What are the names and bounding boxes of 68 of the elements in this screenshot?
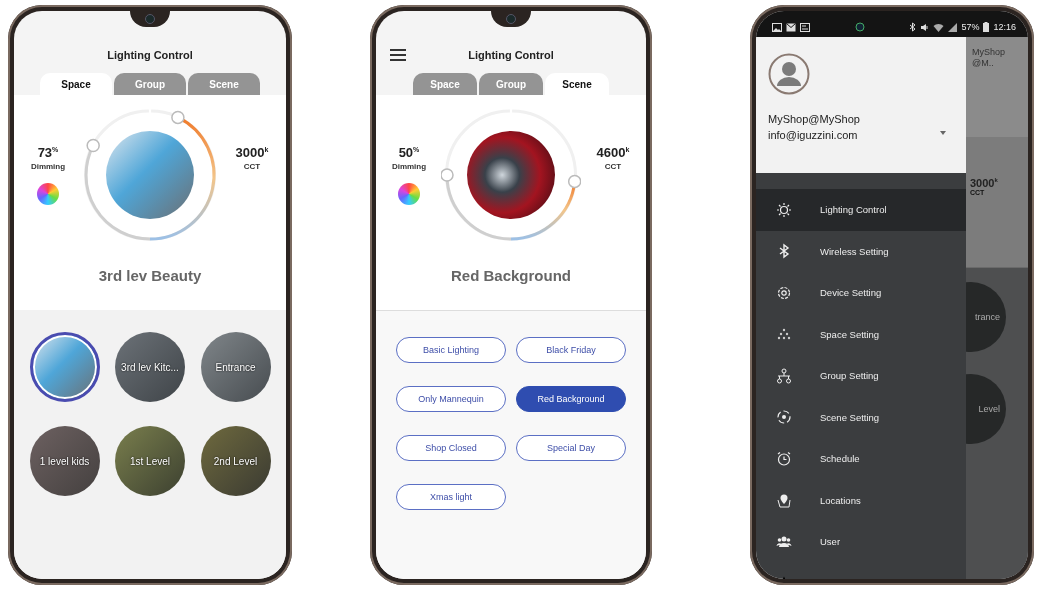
dimming-slider[interactable]	[84, 109, 151, 241]
alarm-clock-icon	[776, 450, 792, 467]
cct-slider[interactable]	[149, 109, 216, 241]
cct-label: CCT	[604, 162, 622, 171]
space-tile: Level	[966, 374, 1006, 444]
tab[interactable]: Scene	[545, 73, 609, 95]
screen-title: Lighting Control	[468, 49, 554, 61]
menu-icon[interactable]	[390, 49, 406, 61]
menu-item[interactable]: Group Setting	[756, 355, 966, 397]
space-tile[interactable]: 1 level kids	[29, 426, 100, 496]
battery-icon	[983, 22, 990, 32]
scene-button[interactable]: Red Background	[516, 386, 626, 412]
camera-icon	[854, 22, 865, 32]
target-icon	[776, 409, 792, 426]
space-tile[interactable]: Entrance	[200, 332, 271, 402]
settings-icon	[776, 284, 792, 301]
account-name: MyShop@MyShop	[768, 113, 861, 125]
color-wheel-icon[interactable]	[398, 183, 420, 205]
space-tile[interactable]: 3rd lev Kitc...	[115, 332, 185, 402]
map-pin-icon	[776, 492, 792, 509]
scene-button[interactable]: Basic Lighting	[396, 337, 506, 363]
dimming-label: Dimming	[30, 162, 66, 171]
menu-item[interactable]: Wireless Setting	[756, 230, 966, 272]
notification-icon	[800, 22, 810, 32]
menu-item[interactable]: Device Setting	[756, 272, 966, 314]
sun-icon	[776, 201, 792, 218]
bluetooth-icon	[909, 22, 917, 32]
scene-button[interactable]: Black Friday	[516, 337, 626, 363]
mail-icon	[786, 22, 796, 32]
space-tile[interactable]: 2nd Level	[200, 426, 271, 496]
dimming-value: 50$^{%}$	[398, 145, 420, 160]
scene-button[interactable]: Only Mannequin	[396, 386, 506, 412]
dimming-label: Dimming	[391, 162, 427, 171]
mute-icon	[920, 22, 930, 32]
color-wheel-icon[interactable]	[37, 183, 59, 205]
scene-button[interactable]: Xmas light	[396, 484, 506, 510]
tab[interactable]: Space	[40, 73, 112, 95]
cct-value: 3000$^{k}$	[970, 177, 999, 189]
dimming-slider[interactable]	[441, 109, 512, 241]
screen-title: Lighting Control	[107, 49, 193, 61]
clock-time: 12:16	[993, 22, 1016, 32]
menu-item[interactable]: Schedule	[756, 438, 966, 480]
cct-value: 4600$^{k}$	[596, 145, 630, 160]
avatar-icon	[768, 53, 810, 95]
signal-icon	[948, 22, 958, 32]
menu-item[interactable]: Lighting Control	[756, 189, 966, 231]
menu-item[interactable]: Locations	[756, 479, 966, 521]
dimming-value: 73$^{%}$	[37, 145, 59, 160]
menu-item[interactable]: Space Setting	[756, 313, 966, 355]
camera-notch	[491, 11, 531, 27]
cct-label: CCT	[243, 162, 261, 171]
battery-percentage: 57%	[961, 22, 980, 32]
space-tile[interactable]: 1st Level	[115, 426, 185, 496]
camera-notch	[130, 11, 170, 27]
account-email: info@iguzzini.com	[768, 129, 859, 141]
image-icon	[772, 22, 782, 32]
scene-button[interactable]: Special Day	[516, 435, 626, 461]
scene-name: Red Background	[451, 267, 571, 284]
cct-slider[interactable]	[510, 109, 581, 241]
network-icon	[776, 367, 792, 384]
cct-value: 3000$^{k}$	[235, 145, 269, 160]
space-name: 3rd lev Beauty	[98, 267, 202, 284]
account-text: MyShop@M..	[972, 47, 1007, 69]
menu-item[interactable]: User	[756, 521, 966, 563]
space-tile: trance	[966, 282, 1006, 352]
menu-item[interactable]: Scene Setting	[756, 396, 966, 438]
scene-button[interactable]: Shop Closed	[396, 435, 506, 461]
wifi-icon	[933, 22, 945, 32]
